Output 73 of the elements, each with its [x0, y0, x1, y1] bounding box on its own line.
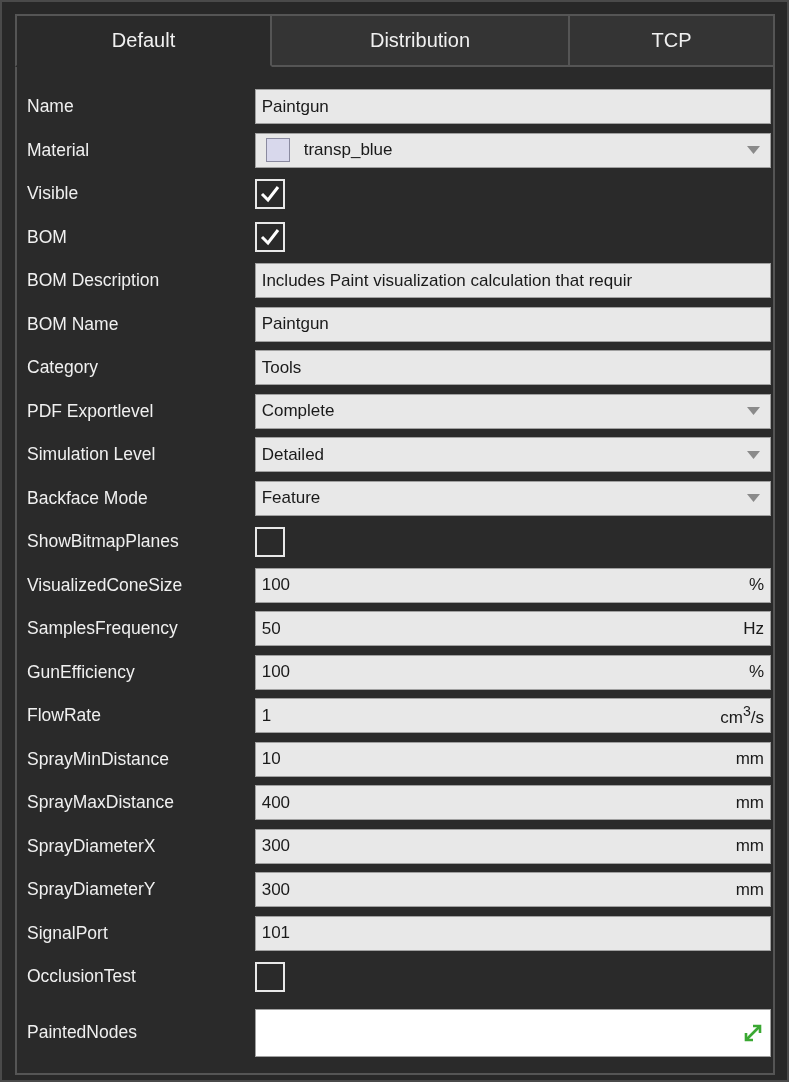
field-value: 300: [261, 836, 291, 856]
text-field[interactable]: Paintgun: [254, 89, 771, 124]
property-label: SignalPort: [27, 922, 109, 944]
caret-icon: [747, 407, 760, 415]
tab[interactable]: TCP: [570, 14, 775, 67]
dropdown-value: Feature: [261, 488, 322, 508]
text-field[interactable]: Tools: [254, 350, 771, 385]
number-field[interactable]: 100 %: [254, 567, 771, 603]
tab[interactable]: Distribution: [272, 14, 570, 67]
property-label: SprayMinDistance: [27, 748, 170, 770]
unit-label: cm$^{3}$/s: [720, 703, 764, 728]
field-value: 50: [261, 618, 281, 639]
unit-label: mm: [735, 879, 764, 900]
property-label: GunEfficiency: [27, 661, 136, 683]
property-label: Name: [27, 96, 75, 117]
unit-label: Hz: [743, 618, 764, 639]
number-field[interactable]: 300 mm: [254, 828, 771, 864]
property-label: SprayDiameterY: [27, 879, 157, 900]
property-label: Visible: [27, 183, 80, 204]
caret-icon: [747, 494, 760, 502]
text-field[interactable]: Includes Paint visualization calculation that requir: [254, 263, 771, 298]
checkbox[interactable]: [255, 178, 285, 209]
field-value: 300: [261, 879, 291, 900]
property-label: PaintedNodes: [27, 1022, 138, 1043]
checkbox[interactable]: [255, 526, 285, 557]
property-label: Backface Mode: [27, 487, 149, 509]
property-label: Category: [27, 357, 99, 378]
field-value: 100: [261, 575, 291, 595]
dropdown[interactable]: Feature: [254, 480, 771, 516]
caret-icon: [747, 450, 760, 459]
unit-label: mm: [735, 749, 764, 769]
checkbox[interactable]: [255, 222, 285, 252]
dropdown-value: transp_blue: [303, 140, 394, 160]
unit-label: mm: [735, 792, 764, 813]
dropdown[interactable]: Complete: [254, 393, 771, 429]
property-label: BOM Description: [27, 270, 161, 291]
number-field[interactable]: 50 Hz: [254, 611, 771, 646]
number-field[interactable]: 1 cm$^{3}$/s: [254, 698, 771, 733]
field-value: 400: [261, 792, 291, 813]
property-label: PDF Exportlevel: [27, 400, 155, 422]
property-label: SamplesFrequency: [27, 618, 179, 639]
check-icon: [259, 227, 281, 247]
dropdown-value: Complete: [261, 401, 336, 421]
dropdown[interactable]: transp_blue: [254, 132, 771, 168]
unit-label: mm: [735, 836, 764, 856]
property-label: ShowBitmapPlanes: [27, 531, 180, 552]
field-value: 100: [261, 662, 291, 682]
tab[interactable]: Default: [15, 14, 272, 67]
property-label: VisualizedConeSize: [27, 574, 184, 596]
property-label: Material: [27, 139, 91, 161]
list-field[interactable]: [254, 1008, 771, 1057]
number-field[interactable]: 10 mm: [254, 741, 771, 777]
field-value: 10: [261, 749, 281, 769]
number-field[interactable]: 300 mm: [254, 872, 771, 907]
property-label: SprayMaxDistance: [27, 792, 175, 813]
field-value: 1: [261, 705, 272, 726]
check-icon: [259, 183, 281, 204]
dropdown[interactable]: Detailed: [254, 437, 771, 472]
text-field[interactable]: Paintgun: [254, 306, 771, 342]
unit-label: %: [748, 662, 764, 682]
dropdown-value: Detailed: [261, 444, 326, 465]
property-label: BOM: [27, 226, 68, 248]
property-label: BOM Name: [27, 313, 120, 335]
number-field[interactable]: 100 %: [254, 654, 771, 690]
checkbox[interactable]: [255, 961, 285, 992]
text-field[interactable]: 101: [254, 915, 771, 951]
unit-label: %: [748, 575, 764, 595]
property-label: Simulation Level: [27, 444, 157, 465]
property-label: FlowRate: [27, 705, 102, 726]
property-label: OcclusionTest: [27, 966, 137, 987]
number-field[interactable]: 400 mm: [254, 785, 771, 820]
property-label: SprayDiameterX: [27, 835, 157, 857]
caret-icon: [747, 146, 760, 154]
